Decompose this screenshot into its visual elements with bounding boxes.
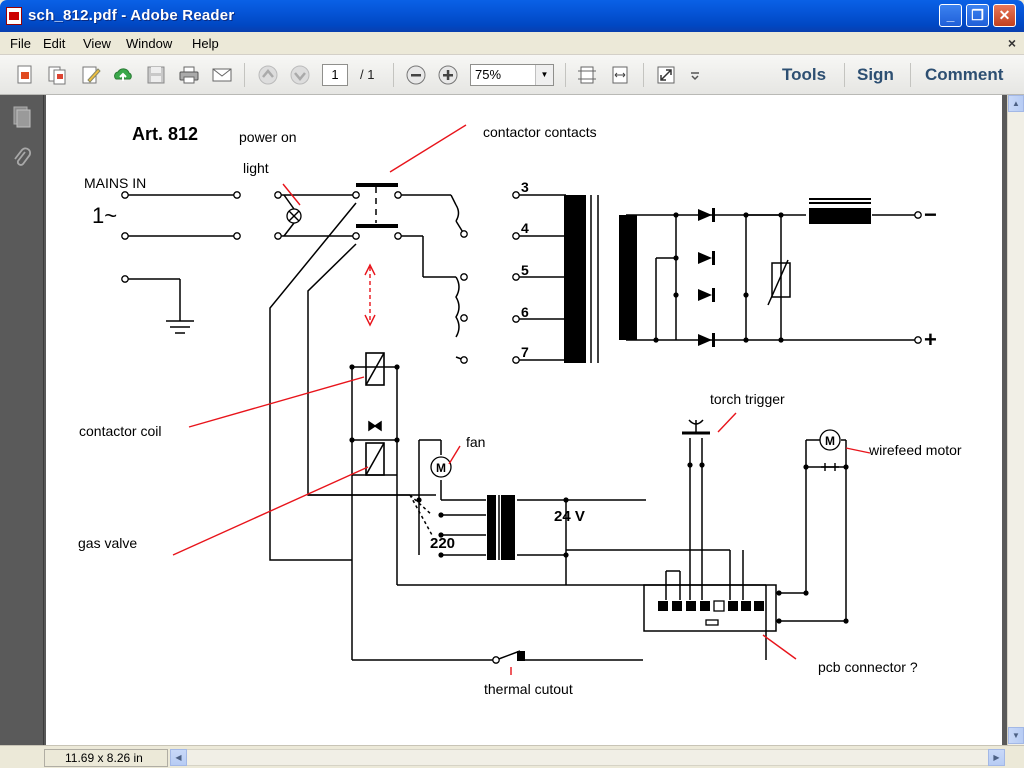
upload-cloud-icon[interactable] (112, 64, 134, 86)
title-bar: sch_812.pdf - Adobe Reader _ ❐ ✕ (0, 0, 1024, 32)
edit-document-icon[interactable] (80, 64, 102, 86)
page-thumbnails-icon[interactable] (11, 105, 33, 129)
document-viewport[interactable]: M M Art. 812 power on light contactor co… (44, 95, 1007, 745)
minimize-button[interactable]: _ (939, 4, 962, 27)
close-document-icon[interactable]: × (1008, 35, 1016, 51)
maximize-button[interactable]: ❐ (966, 4, 989, 27)
24v-label: 24 V (554, 508, 585, 525)
tap-5-label: 5 (521, 262, 529, 278)
combine-files-icon[interactable] (46, 64, 68, 86)
page-number-input[interactable]: 1 (322, 64, 348, 86)
output-minus-label: − (924, 202, 937, 227)
zoom-value: 75% (475, 67, 502, 82)
menu-file[interactable]: File (10, 36, 31, 51)
toolbar-separator (244, 63, 245, 87)
fit-page-icon[interactable] (576, 64, 598, 86)
wirefeed-motor-label: wirefeed motor (868, 442, 962, 458)
close-button[interactable]: ✕ (993, 4, 1016, 27)
comment-link[interactable]: Comment (925, 65, 1003, 85)
toolbar: 1 / 1 75% ▼ Tools Sign Comment (0, 55, 1024, 95)
create-pdf-icon[interactable] (14, 64, 36, 86)
power-on-label: power on (239, 129, 297, 145)
contactor-coil-label: contactor coil (79, 423, 161, 439)
menu-help[interactable]: Help (192, 36, 219, 51)
chevron-down-icon[interactable]: ▼ (535, 65, 553, 85)
welder-schematic: M M Art. 812 power on light contactor co… (78, 124, 962, 697)
fit-width-icon[interactable] (609, 64, 631, 86)
toolbar-separator (910, 63, 911, 87)
torch-trigger-label: torch trigger (710, 391, 785, 407)
page-size-readout: 11.69 x 8.26 in (44, 749, 168, 767)
print-icon[interactable] (178, 64, 200, 86)
zoom-out-icon[interactable] (405, 64, 427, 86)
horizontal-scrollbar[interactable]: ◀ ▶ (170, 749, 1005, 766)
email-icon[interactable] (211, 64, 233, 86)
phase-label: 1~ (92, 203, 117, 228)
zoom-select[interactable]: 75% ▼ (470, 64, 554, 86)
full-screen-icon[interactable] (655, 64, 677, 86)
toolbar-separator (643, 63, 644, 87)
customize-toolbar-icon[interactable] (688, 64, 702, 86)
mains-in-label: MAINS IN (84, 175, 146, 191)
previous-page-icon[interactable] (257, 64, 279, 86)
tap-7-label: 7 (521, 344, 529, 360)
pcb-connector-label: pcb connector ? (818, 659, 918, 675)
toolbar-separator (565, 63, 566, 87)
contactor-contacts-label: contactor contacts (483, 124, 597, 140)
save-icon[interactable] (145, 64, 167, 86)
scroll-right-icon[interactable]: ▶ (988, 749, 1005, 766)
fan-label: fan (466, 434, 485, 450)
sign-link[interactable]: Sign (857, 65, 894, 85)
zoom-in-icon[interactable] (437, 64, 459, 86)
menu-edit[interactable]: Edit (43, 36, 65, 51)
tools-link[interactable]: Tools (782, 65, 826, 85)
window-title: sch_812.pdf - Adobe Reader (28, 7, 235, 24)
toolbar-separator (844, 63, 845, 87)
toolbar-separator (393, 63, 394, 87)
scroll-left-icon[interactable]: ◀ (170, 749, 187, 766)
pdf-page: M M Art. 812 power on light contactor co… (46, 95, 1002, 745)
wirefeed-motor-symbol: M (825, 434, 835, 448)
menu-bar: File Edit View Window Help × (0, 32, 1024, 55)
status-bar: 11.69 x 8.26 in ◀ ▶ (0, 745, 1024, 768)
tap-4-label: 4 (521, 220, 529, 236)
light-label: light (243, 160, 269, 176)
220v-label: 220 (430, 535, 455, 552)
navigation-pane (0, 95, 44, 745)
schematic-title: Art. 812 (132, 124, 198, 144)
pdf-file-icon (6, 7, 22, 25)
next-page-icon[interactable] (289, 64, 311, 86)
scroll-down-icon[interactable]: ▼ (1008, 727, 1024, 744)
menu-view[interactable]: View (83, 36, 111, 51)
tap-3-label: 3 (521, 179, 529, 195)
fan-motor-symbol: M (436, 461, 446, 475)
thermal-cutout-label: thermal cutout (484, 681, 573, 697)
output-plus-label: + (924, 327, 937, 352)
tap-6-label: 6 (521, 304, 529, 320)
gas-valve-label: gas valve (78, 535, 137, 551)
attachments-paperclip-icon[interactable] (11, 147, 33, 171)
vertical-scrollbar[interactable]: ▲ ▼ (1007, 95, 1024, 745)
page-total-label: / 1 (360, 67, 375, 82)
menu-window[interactable]: Window (126, 36, 172, 51)
scroll-up-icon[interactable]: ▲ (1008, 95, 1024, 112)
